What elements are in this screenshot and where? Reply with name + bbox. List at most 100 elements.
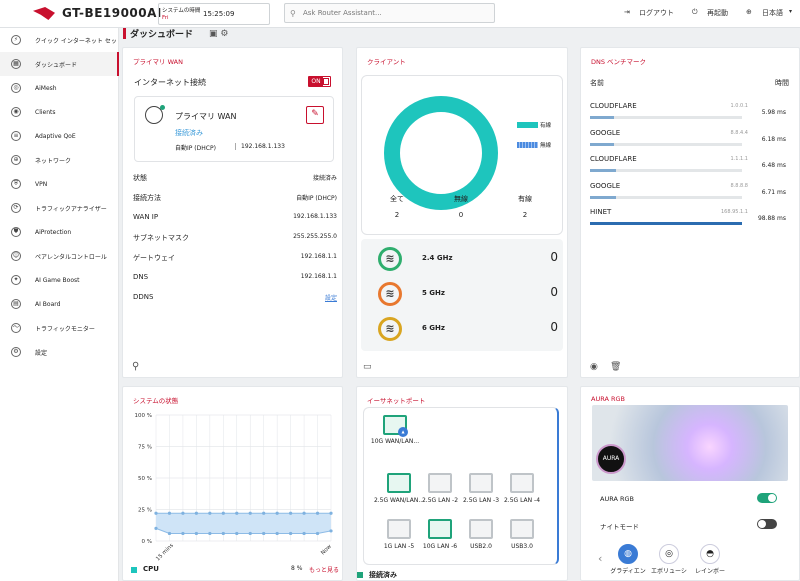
dns-bar-fill	[590, 116, 615, 119]
x-tick-label: Now	[320, 543, 333, 556]
all-count: 2	[394, 211, 400, 219]
dashboard-icon: ▦	[11, 59, 21, 69]
chevron-down-icon[interactable]: ▾	[789, 8, 792, 15]
dns-row: GOOGLE 8.8.4.4 6.18 ms	[590, 129, 790, 149]
vpn-icon: ⛨	[11, 179, 21, 189]
sidebar-item[interactable]: ⛨ VPN	[0, 172, 119, 196]
globe-icon: ⊕	[11, 155, 21, 165]
data-point	[235, 531, 239, 536]
page-title-text: ダッシュボード	[130, 30, 194, 40]
sidebar-item[interactable]: ≡ Adaptive QoE	[0, 124, 119, 148]
wired-count: 2	[522, 211, 528, 219]
aura-rgb-toggle[interactable]	[757, 493, 777, 503]
primary-wan-box[interactable]: プライマリ WAN 接続済み 自動IP (DHCP) 192.168.1.133…	[134, 96, 334, 162]
reboot-button[interactable]: 再起動	[707, 8, 728, 18]
row-key: サブネットマスク	[133, 234, 189, 242]
y-tick-label: 75 %	[138, 445, 152, 451]
lan-port-icon[interactable]	[387, 473, 411, 493]
wan-auto-ip: 自動IP (DHCP)	[175, 145, 216, 152]
status-swatch	[357, 572, 363, 578]
lan-port-icon[interactable]	[387, 519, 411, 539]
aura-mode-label: グラディエン	[610, 568, 646, 575]
sidebar-item[interactable]: 〜 トラフィックモニター	[0, 316, 119, 340]
sidebar-item[interactable]: ◎ AiMesh	[0, 76, 119, 100]
data-point	[154, 526, 158, 530]
sidebar-item[interactable]: ⚡ クイック インターネット セッ	[0, 28, 119, 52]
sidebar-item[interactable]: ⟳ トラフィックアナライザー	[0, 196, 119, 220]
sidebar-item-label: ダッシュボード	[35, 61, 78, 69]
cpu-value: 8 %	[291, 565, 303, 572]
sidebar-item[interactable]: ▤ AI Board	[0, 292, 119, 316]
language-select[interactable]: 日本語	[762, 8, 783, 18]
wan-settings-icon[interactable]: ✎	[306, 106, 324, 124]
ethernet-ports-card: イーサネットポート ▲ 10G WAN/LAN... 2.5G WAN/LAN.…	[356, 386, 568, 581]
row-key: DDNS	[133, 293, 154, 301]
usb-port-icon[interactable]	[469, 519, 493, 539]
port-label: USB3.0	[511, 543, 533, 550]
aura-mode-icon[interactable]: ◎	[659, 544, 679, 564]
more-link[interactable]: もっと見る	[309, 565, 339, 574]
dns-bar-track	[590, 222, 742, 225]
sidebar-item[interactable]: ☺ ペアレンタルコントロール	[0, 244, 119, 268]
dns-bar-fill	[590, 195, 616, 199]
devices-icon[interactable]: ▭	[363, 362, 372, 372]
gear-icon[interactable]: ⚙	[220, 29, 228, 39]
sidebar-item[interactable]: ✦ AI Game Boost	[0, 268, 119, 292]
system-status-card: システムの状態 100 % 75 % 50 % 25 % 0 % 15 mins Now C…	[122, 386, 343, 581]
aura-mode-icon[interactable]: ◓	[700, 544, 720, 564]
dns-time: 6.71 ms	[761, 188, 786, 196]
sidebar-item[interactable]: ⚙ 設定	[0, 340, 119, 364]
wifi-band-row[interactable]: ≋ 2.4 GHz 0	[367, 244, 561, 274]
lan-port-icon[interactable]	[510, 473, 534, 493]
diagnose-icon[interactable]: ⚲	[132, 361, 139, 372]
data-point	[248, 531, 252, 536]
cpu-swatch	[131, 567, 137, 573]
aura-mode-icon[interactable]: ◍	[618, 544, 638, 564]
dns-ip: 8.8.4.4	[730, 129, 749, 136]
save-icon[interactable]: ▣	[209, 29, 218, 39]
sidebar-item[interactable]: ▦ ダッシュボード	[0, 52, 119, 76]
gear-icon: ⚙	[11, 347, 21, 357]
dns-bar-track	[590, 116, 742, 119]
logout-icon[interactable]: ⇥	[624, 8, 630, 16]
dns-bar-fill	[590, 142, 615, 146]
wifi-band-row[interactable]: ≋ 5 GHz 0	[367, 279, 561, 309]
power-icon[interactable]: ⏻	[692, 8, 698, 17]
logout-button[interactable]: ログアウト	[639, 8, 674, 18]
dns-row: CLOUDFLARE 1.1.1.1 6.48 ms	[590, 155, 790, 175]
card-title: AURA RGB	[591, 395, 625, 403]
assistant-search-input[interactable]: ⚲ Ask Router Assistant...	[284, 3, 495, 23]
trash-icon[interactable]: 🗑	[610, 362, 621, 372]
band-count: 0	[550, 250, 558, 264]
sidebar-item[interactable]: ⛊ AiProtection	[0, 220, 119, 244]
internet-toggle[interactable]: ON	[308, 76, 331, 87]
lan-port-icon[interactable]	[428, 519, 452, 539]
data-point	[275, 531, 279, 536]
row-value: 接続済み	[312, 175, 337, 182]
night-mode-toggle[interactable]	[757, 519, 777, 529]
sidebar-item[interactable]: ◉ Clients	[0, 100, 119, 124]
system-usage-chart: 100 % 75 % 50 % 25 % 0 %15 mins Now	[135, 413, 334, 562]
gamepad-icon: ✦	[11, 275, 21, 285]
chevron-left-icon[interactable]: ‹	[598, 552, 602, 565]
band-count: 0	[550, 285, 558, 299]
data-point	[289, 531, 293, 536]
globe-icon[interactable]: ⊕	[746, 8, 752, 16]
aura-mode-label: レインボー	[694, 568, 725, 575]
dns-row: GOOGLE 8.8.8.8 6.71 ms	[590, 182, 790, 202]
system-time-label: システムの時間	[162, 8, 201, 14]
lan-port-icon[interactable]	[428, 473, 452, 493]
lan-port-icon[interactable]	[469, 473, 493, 493]
data-point	[167, 531, 172, 536]
sidebar-item-label: 設定	[35, 349, 48, 357]
dns-ip: 1.1.1.1	[730, 156, 749, 162]
wifi-band-row[interactable]: ≋ 6 GHz 0	[367, 314, 561, 344]
ddns-settings-link[interactable]: 設定	[325, 293, 337, 302]
data-point	[194, 531, 198, 536]
dns-ip: 168.95.1.1	[720, 209, 748, 215]
data-point	[221, 531, 225, 536]
location-icon[interactable]: ◉	[590, 362, 598, 372]
usb-port-icon[interactable]	[510, 519, 534, 539]
sidebar-item[interactable]: ⊕ ネットワーク	[0, 148, 119, 172]
row-value: 192.168.1.1	[300, 273, 337, 280]
